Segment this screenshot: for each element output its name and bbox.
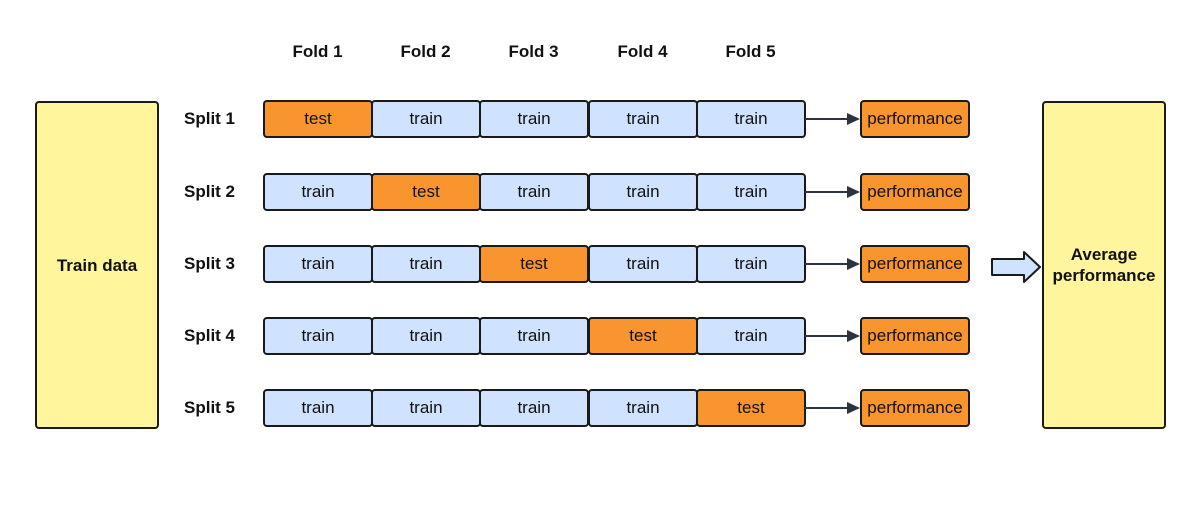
test-fold-cell: test bbox=[479, 245, 589, 283]
performance-box: performance bbox=[860, 245, 970, 283]
split-label: Split 3 bbox=[184, 254, 236, 273]
train-fold-cell: train bbox=[371, 100, 481, 138]
arrow-right-icon bbox=[805, 402, 860, 414]
performance-box: performance bbox=[860, 317, 970, 355]
fold-label: Fold 5 bbox=[725, 42, 776, 61]
average-performance-box: Average performance bbox=[1042, 101, 1166, 429]
train-fold-cell: train bbox=[479, 173, 589, 211]
train-data-box: Train data bbox=[35, 101, 159, 429]
test-fold-cell: test bbox=[696, 389, 806, 427]
performance-box: performance bbox=[860, 100, 970, 138]
train-fold-cell: train bbox=[263, 173, 373, 211]
train-fold-cell: train bbox=[696, 173, 806, 211]
test-fold-cell: test bbox=[371, 173, 481, 211]
arrow-right-icon bbox=[805, 113, 860, 125]
train-fold-cell: train bbox=[479, 100, 589, 138]
performance-box: performance bbox=[860, 389, 970, 427]
test-fold-cell: test bbox=[263, 100, 373, 138]
train-fold-cell: train bbox=[371, 245, 481, 283]
split-label: Split 1 bbox=[184, 109, 236, 128]
block-arrow-icon bbox=[991, 251, 1041, 283]
train-fold-cell: train bbox=[263, 317, 373, 355]
train-fold-cell: train bbox=[696, 100, 806, 138]
train-fold-cell: train bbox=[371, 389, 481, 427]
train-fold-cell: train bbox=[588, 245, 698, 283]
train-fold-cell: train bbox=[588, 389, 698, 427]
arrow-right-icon bbox=[805, 186, 860, 198]
fold-label: Fold 2 bbox=[400, 42, 451, 61]
train-fold-cell: train bbox=[696, 245, 806, 283]
split-label: Split 4 bbox=[184, 326, 236, 345]
train-data-label: Train data bbox=[56, 255, 138, 275]
average-performance-label: Average performance bbox=[1053, 244, 1156, 286]
train-fold-cell: train bbox=[263, 245, 373, 283]
split-label: Split 5 bbox=[184, 398, 236, 417]
test-fold-cell: test bbox=[588, 317, 698, 355]
performance-box: performance bbox=[860, 173, 970, 211]
fold-label: Fold 1 bbox=[292, 42, 343, 61]
split-label: Split 2 bbox=[184, 182, 236, 201]
train-fold-cell: train bbox=[696, 317, 806, 355]
train-fold-cell: train bbox=[588, 100, 698, 138]
fold-label: Fold 4 bbox=[617, 42, 668, 61]
arrow-right-icon bbox=[805, 330, 860, 342]
train-fold-cell: train bbox=[263, 389, 373, 427]
train-fold-cell: train bbox=[479, 317, 589, 355]
average-label-line2: performance bbox=[1052, 266, 1156, 285]
arrow-right-icon bbox=[805, 258, 860, 270]
fold-label: Fold 3 bbox=[508, 42, 559, 61]
average-label-line1: Average bbox=[1070, 245, 1138, 264]
train-fold-cell: train bbox=[479, 389, 589, 427]
train-fold-cell: train bbox=[588, 173, 698, 211]
train-fold-cell: train bbox=[371, 317, 481, 355]
